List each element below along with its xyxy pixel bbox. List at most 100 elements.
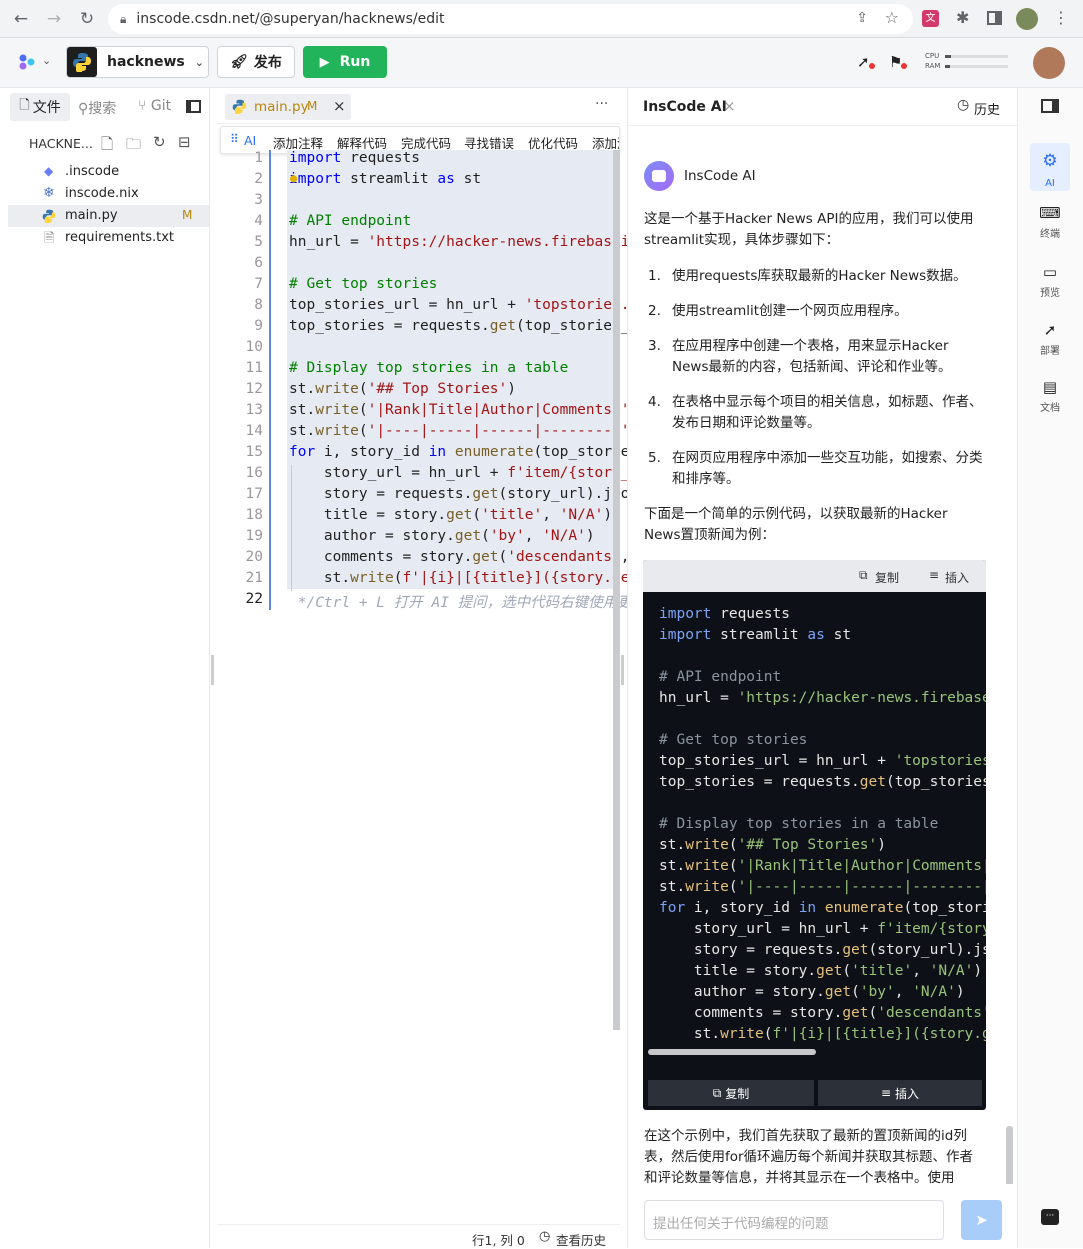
code-line: # Get top stories — [659, 732, 808, 748]
copy-icon: ⧉ — [712, 1085, 722, 1100]
back-icon[interactable]: ← — [8, 6, 34, 32]
inscode-logo-icon[interactable] — [18, 53, 36, 71]
list-item[interactable]: ❄ inscode.nix — [0, 183, 209, 205]
tab-files[interactable]: 🗋︎ 文件 — [10, 93, 70, 121]
more-icon[interactable]: ··· — [595, 96, 608, 112]
step-text: 在网页应用程序中添加一些交互功能，如搜索、分类和排序等。 — [672, 450, 983, 487]
collapse-all-icon[interactable]: ⊟ — [178, 133, 191, 151]
debug-alert-icon[interactable]: ⚑ — [889, 53, 907, 71]
editor-scrollbar[interactable] — [613, 150, 620, 1030]
rail-item-preview[interactable]: ▭ 预览 — [1030, 263, 1070, 307]
deploy-alert-icon[interactable]: ➚ — [857, 53, 875, 71]
insert-icon[interactable]: ≡ — [929, 568, 939, 582]
code-line[interactable]: 8 top_stories_url = hn_url + 'topstories. — [217, 297, 629, 318]
code-line[interactable]: 14 st.write('|----|-----|------|--------|… — [217, 423, 630, 444]
list-item[interactable]: ◆ .inscode — [0, 161, 209, 183]
code-line[interactable]: 2 import streamlit as st — [217, 171, 620, 192]
lightbulb-icon[interactable]: ● — [290, 171, 297, 185]
sidepanel-icon[interactable] — [987, 11, 1002, 25]
rail-item-docs[interactable]: ▤ 文档 — [1030, 378, 1070, 422]
translate-extension-icon[interactable]: 文 — [922, 10, 939, 27]
address-bar[interactable]: 🔒︎ inscode.csdn.net/@superyan/hacknews/e… — [108, 4, 913, 34]
drag-handle-icon[interactable]: ⠿ — [230, 132, 239, 146]
history-icon[interactable]: ◷ — [539, 1229, 550, 1244]
history-icon[interactable]: ◷ — [957, 97, 969, 113]
refresh-icon[interactable]: ↻ — [153, 133, 166, 151]
rail-item-deploy[interactable]: ➚ 部署 — [1030, 321, 1070, 365]
send-button[interactable]: ➤ — [961, 1200, 1002, 1240]
code-line[interactable]: 11 # Display top stories in a table — [217, 360, 620, 381]
send-icon: ➤ — [975, 1211, 988, 1229]
code-line[interactable]: 6 — [217, 255, 620, 276]
list-item[interactable]: main.py M — [8, 205, 209, 227]
list-item[interactable]: 🗎︎ requirements.txt — [0, 227, 209, 249]
code-line[interactable]: 13 st.write('|Rank|Title|Author|Comments|… — [217, 402, 630, 423]
code-line[interactable]: 4 # API endpoint — [217, 213, 620, 234]
code-line[interactable]: 20 comments = story.get('descendants', — [217, 549, 630, 570]
rail-item-ai[interactable]: ⚙ AI — [1030, 143, 1070, 191]
insert-icon: ≡ — [880, 1086, 892, 1100]
search-icon: ⚲ — [78, 101, 89, 117]
editor-resize-handle[interactable] — [621, 655, 624, 685]
code-line[interactable]: 22 */Ctrl + L 打开 AI 提问，选中代码右键使用更 — [217, 591, 632, 612]
chat-bubble-icon[interactable]: ··· — [1041, 1209, 1059, 1225]
code-line[interactable]: 12 st.write('## Top Stories') — [217, 381, 620, 402]
sidebar-resize-handle[interactable] — [211, 655, 214, 685]
code-line[interactable]: 5 hn_url = 'https://hacker-news.firebasei — [217, 234, 629, 255]
step-number: 2. — [648, 303, 661, 319]
star-icon[interactable]: ☆ — [885, 8, 899, 27]
close-icon[interactable]: × — [723, 97, 736, 115]
code-line[interactable]: 18 title = story.get('title', 'N/A') — [217, 507, 620, 528]
forward-icon[interactable]: → — [41, 6, 67, 32]
chat-input[interactable]: 提出任何关于代码编程的问题 — [644, 1200, 944, 1240]
run-button[interactable]: ▶ Run — [303, 46, 387, 78]
publish-button[interactable]: 🚀︎ 发布 — [217, 46, 295, 78]
code-line[interactable]: 19 author = story.get('by', 'N/A') — [217, 528, 620, 549]
code-line[interactable]: 15 for i, story_id in enumerate(top_stori… — [217, 444, 630, 465]
tab-main-py[interactable]: main.py M × — [225, 94, 351, 120]
browser-menu-icon[interactable]: ⋮ — [1053, 8, 1069, 27]
copy-button[interactable]: 复制 — [875, 569, 899, 586]
code-line[interactable]: 9 top_stories = requests.get(top_stories_ — [217, 318, 629, 339]
new-file-icon[interactable]: 🗋︎ — [101, 134, 113, 159]
tab-search[interactable]: ⚲搜索 — [78, 98, 116, 118]
panel-toggle-icon[interactable] — [186, 100, 201, 113]
code-content[interactable]: import requests import streamlit as st # … — [643, 592, 986, 1047]
step-text: 使用streamlit创建一个网页应用程序。 — [672, 303, 908, 319]
panel-layout-icon[interactable] — [1041, 99, 1059, 113]
code-line[interactable]: 17 story = requests.get(story_url).jso — [217, 486, 630, 507]
line-number: 20 — [245, 549, 263, 565]
code-line: story = requests.get(story_url).jso — [659, 942, 986, 958]
insert-button[interactable]: 插入 — [945, 569, 969, 586]
code-line[interactable]: 21 st.write(f'|{i}|[{title}]({story.ge — [217, 570, 630, 591]
share-icon[interactable]: ⇪ — [856, 10, 868, 26]
code-line[interactable]: 16 story_url = hn_url + f'item/{story_ — [217, 465, 630, 486]
code-line: st.write(f'|{i}|[{title}]({story.ge — [659, 1026, 986, 1042]
reload-icon[interactable]: ↻ — [74, 6, 100, 32]
extensions-icon[interactable]: ✱ — [956, 8, 969, 27]
code-line[interactable]: 10 — [217, 339, 620, 360]
logo-chevron-icon[interactable]: ⌄ — [42, 54, 51, 67]
chat-scrollbar[interactable] — [1006, 1126, 1013, 1184]
close-icon[interactable]: × — [333, 97, 346, 115]
view-history-link[interactable]: 查看历史 — [556, 1230, 606, 1249]
insert-bottom-button[interactable]: ≡ 插入 — [818, 1080, 982, 1106]
code-line[interactable]: 1 import requests — [217, 150, 620, 171]
tab-git[interactable]: ⑂ Git — [138, 98, 171, 114]
list-item: 5. 在网页应用程序中添加一些交互功能，如搜索、分类和排序等。 — [648, 448, 983, 490]
rail-item-terminal[interactable]: ⌨ 终端 — [1030, 204, 1070, 248]
copy-bottom-button[interactable]: ⧉ 复制 — [648, 1080, 814, 1106]
project-selector[interactable]: hacknews ⌄ — [66, 46, 209, 78]
history-button[interactable]: 历史 — [974, 99, 1000, 118]
user-avatar[interactable] — [1033, 47, 1065, 79]
code-area[interactable]: 1 import requests 2 import streamlit as st 3… — [217, 150, 632, 620]
code-line[interactable]: 7 # Get top stories — [217, 276, 620, 297]
profile-avatar[interactable] — [1016, 8, 1038, 30]
new-folder-icon[interactable]: 🗀︎ — [126, 134, 141, 159]
code-hscrollbar[interactable] — [648, 1049, 816, 1055]
copy-icon[interactable]: ⧉ — [859, 568, 868, 583]
lock-icon: 🔒︎ — [120, 11, 127, 26]
code-line[interactable]: 3 — [217, 192, 620, 213]
